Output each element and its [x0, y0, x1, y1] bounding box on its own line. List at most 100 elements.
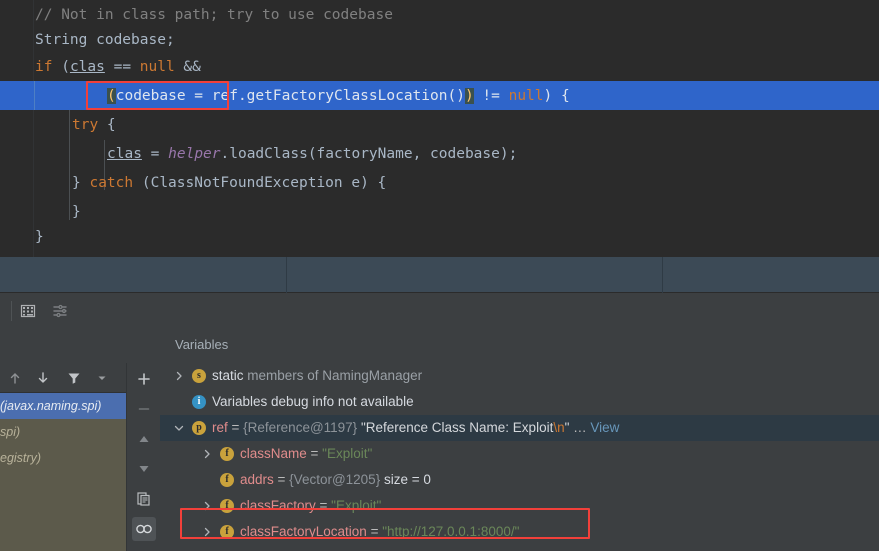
variable-text-part: size = 0 [380, 472, 431, 487]
variable-text-part: " [564, 420, 574, 435]
code-line-2: String codebase; [0, 25, 879, 55]
toolbar-separator [11, 301, 12, 321]
code-token-tail: ) { [543, 88, 570, 104]
variable-row[interactable]: p ref = {Reference@1197} "Reference Class… [160, 415, 879, 441]
code-token-brace-close: } [72, 175, 90, 191]
variable-row[interactable]: pfactoryName = "Exploit" [160, 545, 879, 551]
code-token-helper-field: helper [168, 146, 221, 162]
code-line-7: } catch (ClassNotFoundException e) { [0, 168, 879, 198]
frame-row-label: egistry) [0, 451, 41, 465]
variable-row[interactable]: s static members of NamingManager [160, 363, 879, 389]
code-token-clas: clas [69, 59, 105, 75]
breadcrumb-divider [286, 257, 287, 293]
thread-up-icon[interactable] [4, 367, 26, 389]
filter-icon[interactable] [63, 367, 85, 389]
variable-text-part: = [227, 420, 244, 435]
variable-text-part: {Reference@1197} [243, 420, 358, 435]
code-token-brace-close-2: } [72, 204, 81, 220]
copy-icon[interactable] [132, 487, 156, 511]
frame-row-label: spi) [0, 425, 21, 439]
variable-text-part: = [366, 524, 383, 539]
frames-list[interactable]: (javax.naming.spi) spi) egistry) [0, 393, 126, 551]
variable-row[interactable]: f classFactoryLocation = "http://127.0.0.… [160, 519, 879, 545]
variable-text-part: = [315, 498, 332, 513]
settings-lines-icon[interactable] [48, 299, 72, 323]
variable-row[interactable]: i Variables debug info not available [160, 389, 879, 415]
expand-collapse-icon-expanded[interactable] [172, 415, 186, 441]
code-token-and: && [174, 59, 201, 75]
variable-text-part: "http://127.0.0.1:8000/" [382, 524, 520, 539]
variable-text-part: {Vector@1205} [289, 472, 381, 487]
expand-collapse-icon-collapsed[interactable] [200, 493, 214, 519]
variable-text-part: View [590, 420, 620, 435]
info-icon: i [192, 395, 206, 409]
variable-text-part: "Exploit" [331, 498, 382, 513]
code-token-clas-2: clas [107, 146, 142, 162]
chevron-down-icon[interactable] [91, 367, 113, 389]
code-token-null: null [139, 59, 175, 75]
code-token-eq: = [141, 146, 169, 162]
move-up-icon[interactable] [132, 427, 156, 451]
variable-text-part: … [573, 420, 591, 435]
field-icon: f [220, 473, 234, 487]
frame-row[interactable]: (javax.naming.spi) [0, 393, 126, 419]
frames-tabbar [0, 329, 126, 363]
variable-row-label: static members of NamingManager [212, 363, 422, 389]
code-token-keyword-try: try [72, 117, 99, 133]
code-editor[interactable]: // Not in class path; try to use codebas… [0, 0, 879, 257]
expand-collapse-icon-collapsed[interactable] [200, 441, 214, 467]
tab-variables[interactable]: Variables [175, 337, 228, 352]
variable-text-part: "Reference Class Name: Exploit [357, 420, 554, 435]
frame-row[interactable]: egistry) [0, 445, 126, 471]
variable-row-label: className = "Exploit" [240, 441, 372, 467]
restore-layout-icon[interactable] [16, 299, 40, 323]
code-line-6: clas = helper.loadClass(factoryName, cod… [0, 139, 879, 169]
code-line-5: try { [0, 110, 879, 140]
expand-collapse-icon-collapsed[interactable] [172, 545, 186, 551]
debugger-panels: (javax.naming.spi) spi) egistry) Variabl… [0, 329, 879, 551]
code-token-matching-paren-close: ) [464, 88, 474, 104]
variable-row[interactable]: f className = "Exploit" [160, 441, 879, 467]
code-token-brace-open: { [98, 117, 116, 133]
code-token-null-2: null [508, 88, 544, 104]
code-line-4: (codebase = ref.getFactoryClassLocation(… [0, 81, 879, 111]
code-line-9: } [0, 222, 879, 252]
variable-text-part: classFactory [240, 498, 316, 513]
debug-toolbar [0, 293, 879, 330]
frame-row[interactable]: spi) [0, 419, 126, 445]
field-icon: f [220, 525, 234, 539]
code-token-varname: codebase; [87, 32, 175, 48]
variable-row-label: factoryName = "Exploit" [212, 545, 354, 551]
variable-row[interactable]: f classFactory = "Exploit" [160, 493, 879, 519]
code-token-keyword-catch: catch [89, 175, 134, 191]
variables-tree[interactable]: s static members of NamingManager i Variabl… [160, 363, 879, 551]
static-icon: s [192, 369, 206, 383]
variable-row[interactable]: f addrs = {Vector@1205} size = 0 [160, 467, 879, 493]
variable-text-part: members of NamingManager [243, 368, 423, 383]
expand-collapse-icon-collapsed[interactable] [172, 363, 186, 389]
thread-down-icon[interactable] [32, 367, 54, 389]
remove-watch-icon[interactable] [132, 397, 156, 421]
code-token-compare: != [473, 88, 509, 104]
variable-text-part: \n [553, 420, 565, 435]
param-icon: p [192, 421, 206, 435]
expand-collapse-icon-collapsed[interactable] [200, 519, 214, 545]
variable-text-part: className [240, 446, 307, 461]
code-token-catch-params: (ClassNotFoundException e) { [133, 175, 387, 191]
variable-text-part: classFactoryLocation [240, 524, 367, 539]
variable-text-part: "Exploit" [322, 446, 373, 461]
variable-text-part: static [212, 368, 244, 383]
code-token-method-call: ref.getFactoryClassLocation() [211, 88, 465, 104]
move-down-icon[interactable] [132, 457, 156, 481]
variables-tabbar[interactable]: Variables [160, 329, 879, 364]
watches-mini-toolbar [126, 363, 162, 551]
breadcrumb-strip[interactable] [0, 257, 879, 293]
code-token-assignment: codebase = [115, 88, 212, 104]
variable-text-part: = [273, 472, 290, 487]
variable-row-label: addrs = {Vector@1205} size = 0 [240, 467, 431, 493]
add-watch-icon[interactable] [132, 367, 156, 391]
watches-icon[interactable] [132, 517, 156, 541]
variable-text-part: = [306, 446, 323, 461]
frame-row-label: (javax.naming.spi) [0, 399, 102, 413]
variable-text-part: addrs [240, 472, 274, 487]
